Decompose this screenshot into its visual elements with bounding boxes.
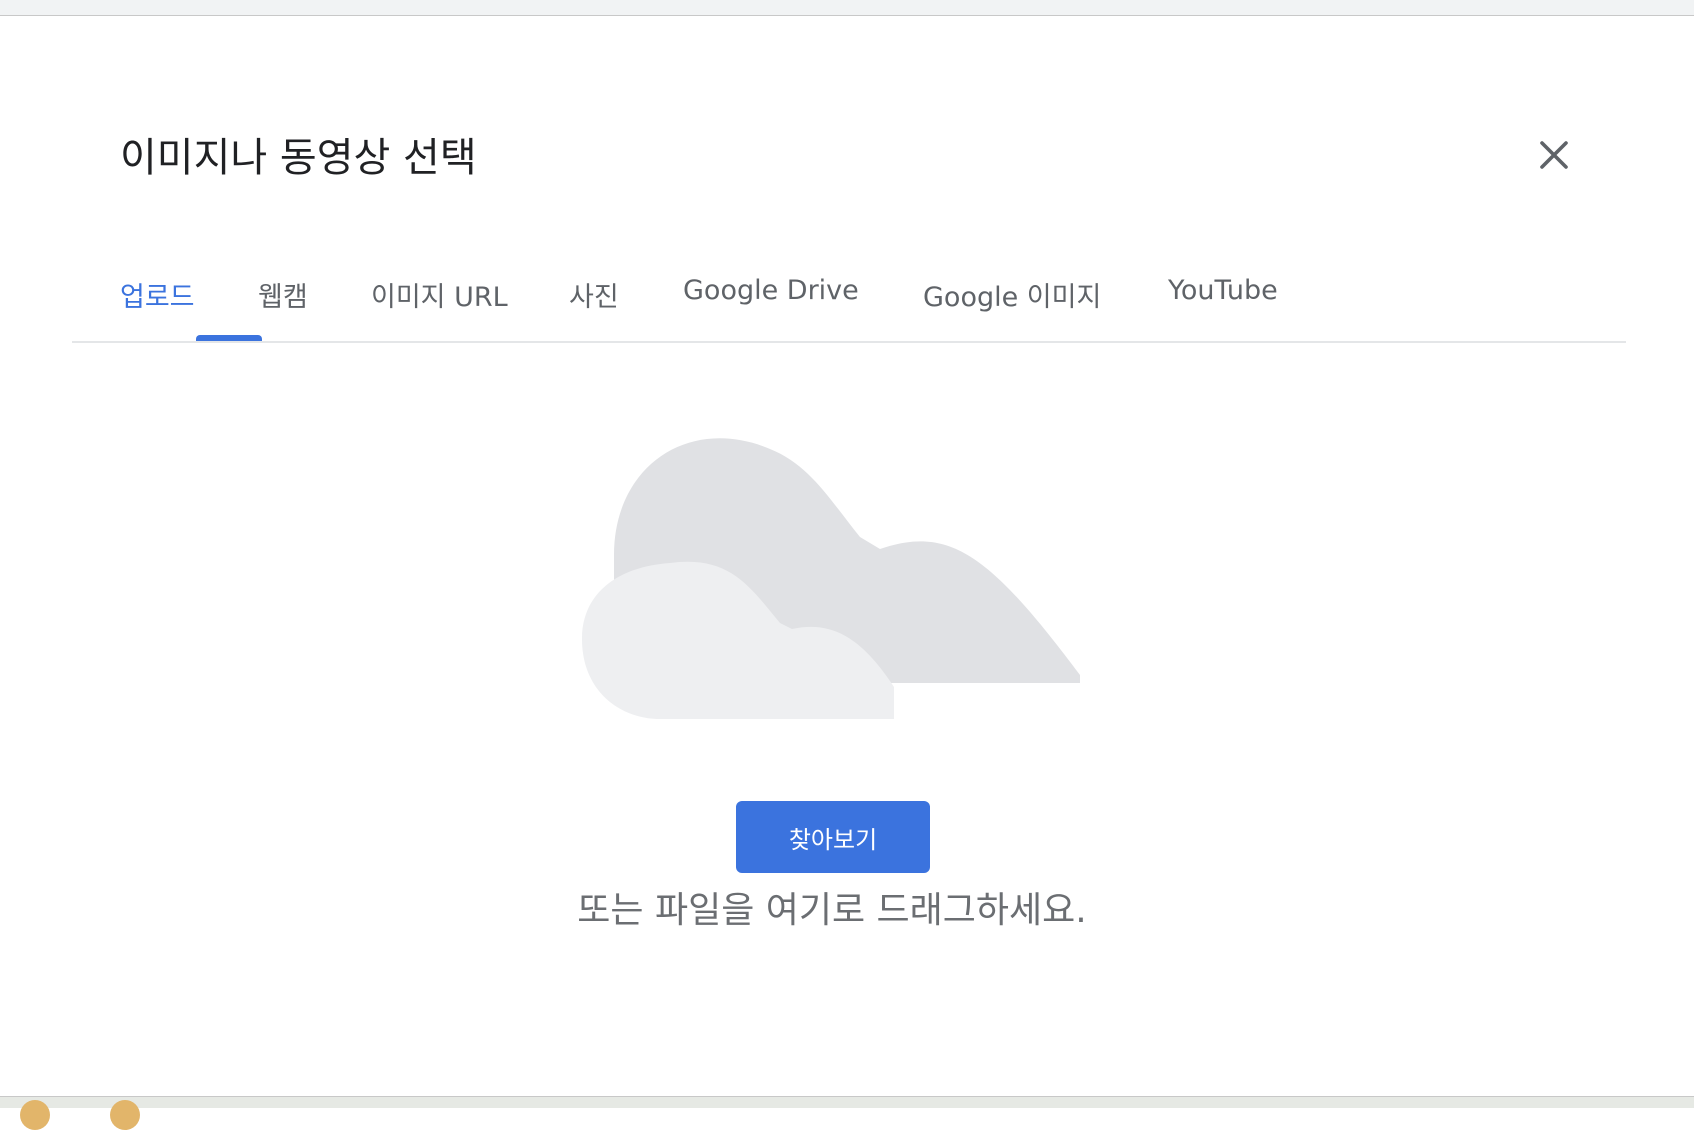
active-tab-indicator bbox=[196, 335, 262, 341]
cloud-illustration-icon bbox=[582, 438, 1080, 719]
tab-photos[interactable]: 사진 bbox=[569, 275, 619, 314]
close-button[interactable] bbox=[1530, 131, 1578, 179]
background-page-top bbox=[0, 0, 1694, 16]
image-picker-dialog: 이미지나 동영상 선택 업로드 웹캠 이미지 URL 사진 Google Dri… bbox=[0, 17, 1694, 1096]
tab-google-drive[interactable]: Google Drive bbox=[683, 275, 859, 306]
close-icon bbox=[1540, 141, 1568, 169]
drag-drop-hint: 또는 파일을 여기로 드래그하세요. bbox=[577, 890, 1087, 931]
browse-button[interactable]: 찾아보기 bbox=[736, 801, 930, 873]
background-page-bottom bbox=[0, 1096, 1694, 1108]
background-map-marker bbox=[110, 1100, 140, 1130]
tab-google-images[interactable]: Google 이미지 bbox=[923, 275, 1101, 314]
dialog-title: 이미지나 동영상 선택 bbox=[120, 135, 477, 181]
tab-image-url[interactable]: 이미지 URL bbox=[371, 275, 508, 314]
background-map-marker bbox=[20, 1100, 50, 1130]
tab-upload[interactable]: 업로드 bbox=[120, 275, 195, 314]
tab-bar: 업로드 웹캠 이미지 URL 사진 Google Drive Google 이미… bbox=[72, 257, 1626, 343]
tab-webcam[interactable]: 웹캠 bbox=[258, 275, 308, 314]
tab-youtube[interactable]: YouTube bbox=[1168, 275, 1278, 306]
